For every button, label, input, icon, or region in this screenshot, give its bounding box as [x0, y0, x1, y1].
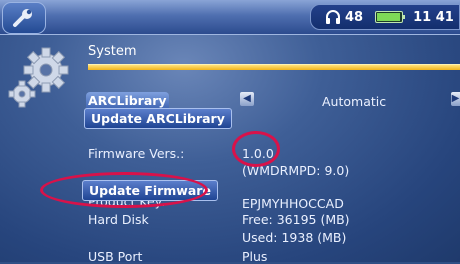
wrench-icon	[13, 9, 32, 27]
title-underline	[88, 64, 460, 70]
top-bar: 48 11 41	[0, 0, 460, 35]
arclibrary-value: Automatic	[322, 94, 387, 109]
firmware-detail: (WMDRMPD: 9.0)	[242, 163, 350, 178]
arclibrary-label[interactable]: ARCLibrary	[86, 92, 169, 109]
page-title: System	[88, 44, 137, 59]
arrow-right-icon[interactable]: ▶	[451, 92, 460, 106]
headphones-icon	[326, 10, 340, 24]
hard-disk-free: Free: 36195 (MB)	[242, 212, 350, 227]
hard-disk-label: Hard Disk	[88, 212, 149, 227]
firmware-label: Firmware Vers.:	[88, 146, 185, 161]
firmware-version: 1.0.0	[242, 146, 274, 161]
volume-level: 48	[345, 9, 364, 25]
battery-icon	[375, 11, 406, 23]
status-area: 48 11 41	[310, 4, 460, 30]
arrow-left-icon[interactable]: ◀	[240, 92, 254, 106]
battery-fill	[377, 13, 400, 21]
gear-icon	[8, 47, 69, 108]
update-firmware-button[interactable]: Update Firmware	[82, 180, 218, 201]
update-arclibrary-button[interactable]: Update ARCLibrary	[84, 108, 232, 129]
product-key-value: EPJMYHHOCCAD	[242, 196, 344, 211]
screen: 48 11 41 System ARCLibrary ◀ Automatic ▶…	[0, 0, 460, 264]
tools-button[interactable]	[2, 2, 46, 34]
clock: 11 41	[413, 9, 454, 25]
hard-disk-used: Used: 1938 (MB)	[242, 230, 347, 245]
